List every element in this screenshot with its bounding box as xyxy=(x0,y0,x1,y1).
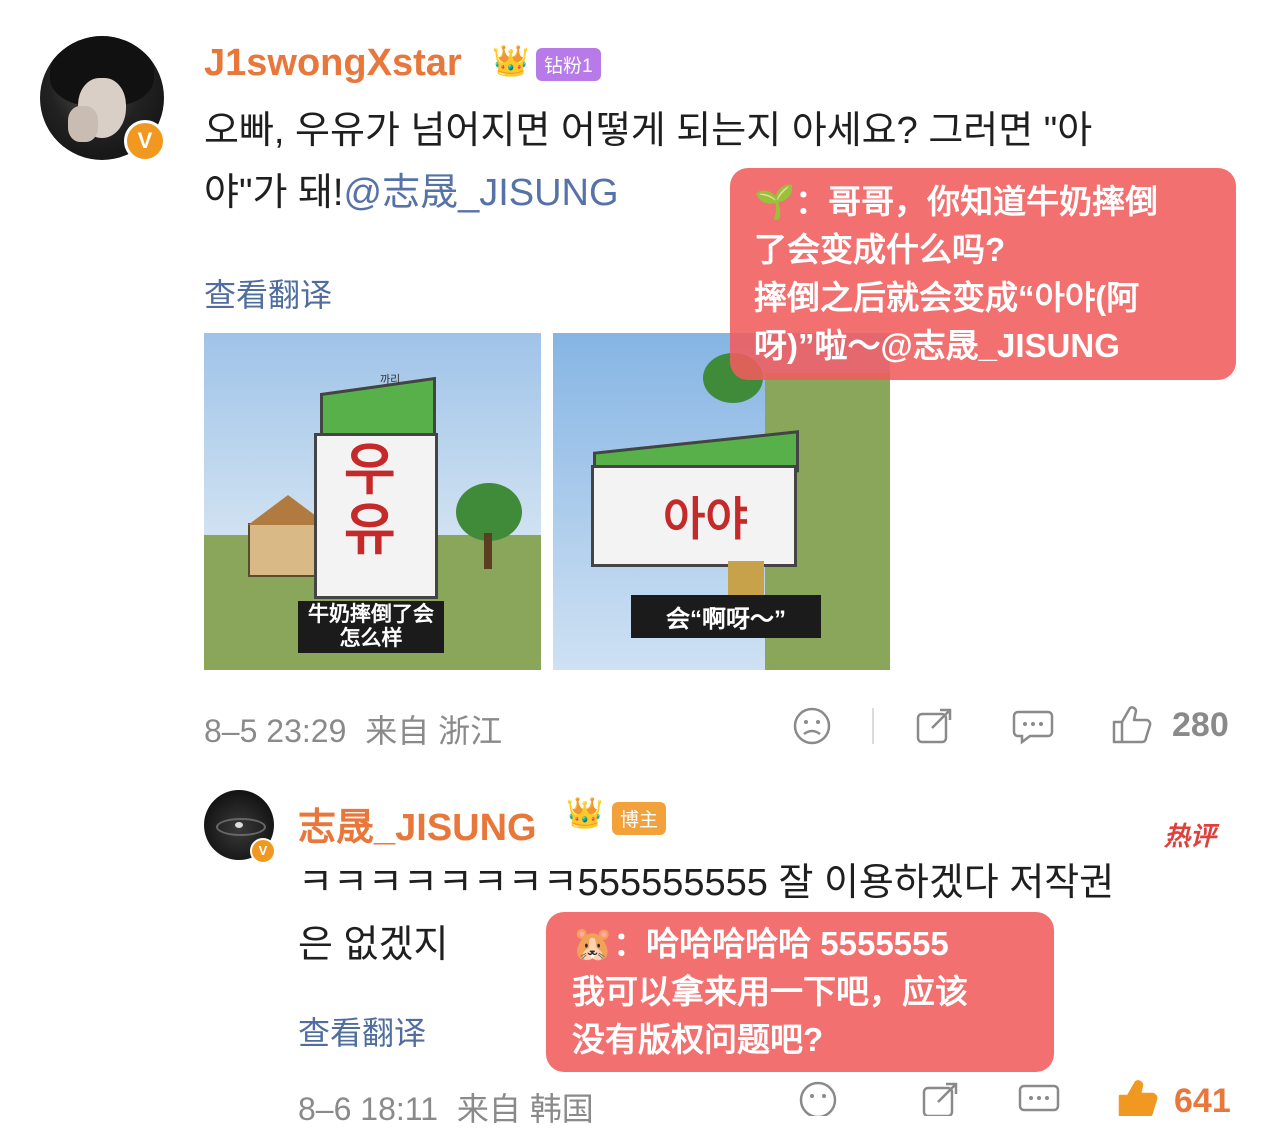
verified-icon: V xyxy=(250,838,276,864)
reply-translate-link[interactable]: 查看翻译 xyxy=(298,1008,426,1054)
reply-source: 来自 韩国 xyxy=(456,1091,594,1127)
dislike-icon[interactable] xyxy=(798,1080,838,1121)
overlay-line-4: 呀)”啦～@志晟_JISUNG xyxy=(754,327,1120,364)
crown-icon: 👑 xyxy=(566,797,604,830)
username[interactable]: J1swongXstar xyxy=(204,42,462,85)
mention-link[interactable]: @志晟_JISUNG xyxy=(344,172,619,214)
reply-time: 8–6 18:11 来自 韩国 xyxy=(298,1084,594,1130)
overlay-line-3: 摔倒之后就会变成“아야(阿 xyxy=(754,279,1140,316)
reply-overlay-line-2: 我可以拿来用一下吧，应该 xyxy=(572,973,968,1010)
reply-like-count: 641 xyxy=(1174,1082,1231,1120)
divider xyxy=(872,708,874,744)
comment-icon[interactable] xyxy=(1018,1080,1060,1121)
hot-comment-tag: 热评 xyxy=(1164,821,1217,851)
like-icon[interactable] xyxy=(1110,704,1152,751)
overlay-line-2: 了会变成什么吗? xyxy=(754,231,1006,268)
post-time-value: 8–5 23:29 xyxy=(204,713,347,749)
reply-translation-overlay: 🐹：哈哈哈哈哈 5555555 我可以拿来用一下吧，应该 没有版权问题吧? xyxy=(546,912,1054,1072)
dislike-icon[interactable] xyxy=(792,706,832,751)
crown-icon: 👑 xyxy=(492,45,530,78)
overlay-line-1: 🌱：哥哥，你知道牛奶摔倒 xyxy=(754,183,1159,220)
comment-icon[interactable] xyxy=(1012,706,1054,751)
image-caption-2: 会“啊呀～” xyxy=(631,595,821,638)
share-icon[interactable] xyxy=(914,706,954,751)
share-icon[interactable] xyxy=(920,1080,960,1121)
reply-username[interactable]: 志晟_JISUNG xyxy=(298,796,537,851)
carton-brand: 까리 xyxy=(380,374,401,386)
fan-badge[interactable]: 钻粉1 xyxy=(536,48,601,81)
carton-hangul-bottom: 유 xyxy=(344,498,396,563)
caption-line-2: 怎么样 xyxy=(339,627,403,650)
verified-icon: V xyxy=(124,120,166,162)
host-badge: 博主 xyxy=(612,802,667,835)
reply-time-value: 8–6 18:11 xyxy=(298,1091,438,1127)
translation-overlay: 🌱：哥哥，你知道牛奶摔倒 了会变成什么吗? 摔倒之后就会变成“아야(阿 呀)”啦… xyxy=(730,168,1236,380)
translate-link[interactable]: 查看翻译 xyxy=(204,270,332,316)
caption-line-1: 牛奶摔倒了会 xyxy=(308,603,434,626)
reply-overlay-line-1: 🐹：哈哈哈哈哈 5555555 xyxy=(572,925,949,962)
post-source: 来自 浙江 xyxy=(365,713,503,749)
carton-hangul: 아야 xyxy=(663,492,748,546)
post-image-2[interactable]: 아야 会“啊呀～” xyxy=(553,333,890,670)
post-image-1[interactable]: 까리 우 유 牛奶摔倒了会 怎么样 xyxy=(204,333,541,670)
comment-line-1: 오빠, 우유가 넘어지면 어떻게 되는지 아세요? 그러면 "아 xyxy=(204,110,1093,152)
like-icon[interactable] xyxy=(1116,1078,1158,1121)
reply-line-1: ㅋㅋㅋㅋㅋㅋㅋㅋ555555555 잘 이용하겠다 저작권 xyxy=(298,862,1115,904)
image-caption: 牛奶摔倒了会 怎么样 xyxy=(298,601,444,653)
reply-overlay-line-3: 没有版权问题吧? xyxy=(572,1021,824,1058)
carton-hangul-top: 우 xyxy=(344,438,396,503)
post-time: 8–5 23:29 来自 浙江 xyxy=(204,706,502,752)
comment-line-2-text: 야"가 돼! xyxy=(204,172,344,214)
like-count: 280 xyxy=(1172,706,1229,744)
